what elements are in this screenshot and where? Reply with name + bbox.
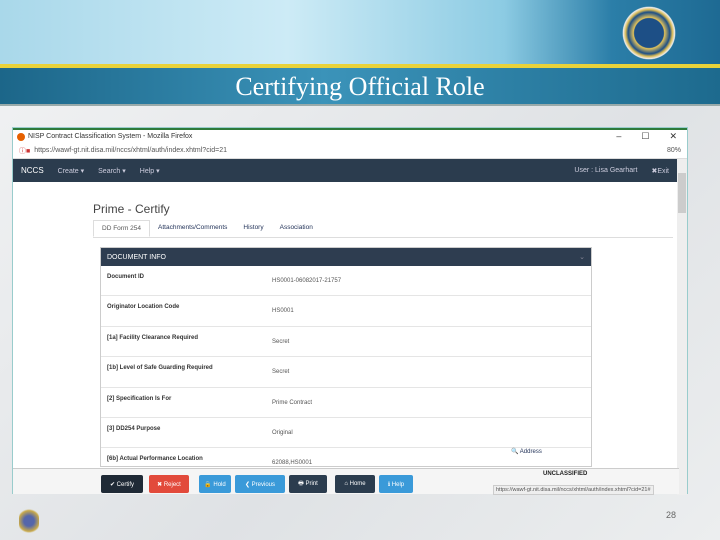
slide-title-bar: Certifying Official Role [0, 68, 720, 106]
scrollbar-thumb[interactable] [678, 173, 686, 213]
zoom-level[interactable]: 80% [667, 147, 687, 154]
field-value: Secret [272, 338, 290, 345]
tab-association[interactable]: Association [272, 220, 321, 237]
field-value: Secret [272, 369, 290, 376]
slide-banner [0, 0, 720, 65]
panel-header[interactable]: DOCUMENT INFO ⌄ [101, 248, 591, 266]
slide-title: Certifying Official Role [235, 72, 485, 101]
panel-title: DOCUMENT INFO [107, 253, 166, 261]
nav-search[interactable]: Search ▾ [98, 167, 126, 175]
tab-bar: DD Form 254 Attachments/Comments History… [93, 220, 673, 238]
tab-dd-form-254[interactable]: DD Form 254 [93, 220, 151, 237]
field-value: 62088,HS0001 [272, 460, 313, 467]
user-menu[interactable]: User : Lisa Gearhart [574, 167, 637, 175]
table-row: Document ID HS0001-06082017-21757 [101, 266, 591, 297]
table-row: [1b] Level of Safe Guarding Required Secr… [101, 357, 591, 388]
app-navbar: NCCS Create ▾ Search ▾ Help ▾ User : Lis… [13, 159, 687, 182]
scrollbar[interactable] [677, 159, 687, 495]
tab-history[interactable]: History [235, 220, 271, 237]
previous-button[interactable]: ❮ Previous [235, 475, 285, 493]
page-title: Prime - Certify [93, 202, 170, 216]
lock-icon: ⓘ■ [19, 147, 31, 155]
window-titlebar: NISP Contract Classification System - Mo… [13, 128, 687, 143]
certify-button[interactable]: ✔ Certify [101, 475, 143, 493]
field-label: [3] DD254 Purpose [107, 425, 161, 432]
field-label: [1b] Level of Safe Guarding Required [107, 365, 213, 372]
brand[interactable]: NCCS [21, 166, 44, 175]
close-button[interactable]: ✕ [669, 131, 677, 142]
field-label: [2] Specification Is For [107, 395, 172, 402]
page-number: 28 [666, 510, 677, 520]
agency-seal [620, 3, 678, 63]
field-value: HS0001-06082017-21757 [272, 278, 342, 284]
field-label: [1a] Facility Clearance Required [107, 334, 199, 341]
print-button[interactable]: 🖶 Print [289, 475, 327, 493]
field-label: Document ID [107, 274, 145, 280]
field-label: [6b] Actual Performance Location [107, 456, 203, 463]
nav-create[interactable]: Create ▾ [58, 167, 84, 175]
document-info-panel: DOCUMENT INFO ⌄ Document ID HS0001-0608201… [100, 247, 592, 467]
help-button[interactable]: ℹ Help [379, 475, 413, 493]
tab-attachments[interactable]: Attachments/Comments [150, 220, 235, 237]
classification-banner: UNCLASSIFIED [543, 471, 588, 477]
firefox-icon [17, 132, 25, 141]
hold-button[interactable]: 🔒 Hold [199, 475, 231, 493]
footer-logo [19, 507, 39, 535]
table-row: [3] DD254 Purpose Original [101, 418, 591, 449]
address-link[interactable]: 🔍 Address [511, 448, 542, 455]
table-row: Originator Location Code HS0001 [101, 296, 591, 327]
field-value: HS0001 [272, 308, 294, 315]
table-row: [2] Specification Is For Prime Contract [101, 388, 591, 418]
reject-button[interactable]: ✖ Reject [149, 475, 189, 493]
window-title: NISP Contract Classification System - Mo… [28, 133, 193, 140]
action-bar: ✔ Certify ✖ Reject 🔒 Hold ❮ Previous 🖶 Print… [13, 468, 679, 495]
field-value: Prime Contract [272, 399, 313, 406]
exit-link[interactable]: ✖Exit [651, 167, 669, 175]
maximize-button[interactable]: ☐ [641, 131, 649, 142]
browser-window: NISP Contract Classification System - Mo… [12, 127, 688, 495]
table-row: [6b] Actual Performance Location 62088,HS… [101, 448, 591, 467]
nav-help[interactable]: Help ▾ [140, 167, 160, 175]
chevron-down-icon[interactable]: ⌄ [579, 253, 585, 261]
table-row: [1a] Facility Clearance Required Secret [101, 327, 591, 358]
field-label: Originator Location Code [107, 304, 180, 311]
minimize-button[interactable]: – [616, 131, 621, 142]
home-button[interactable]: ⌂ Home [335, 475, 375, 493]
field-value: Original [272, 429, 293, 436]
status-url: https://wawf-gt.nit.disa.mil/nccs/xhtml/… [493, 485, 654, 495]
url-text[interactable]: https://wawf-gt.nit.disa.mil/nccs/xhtml/… [34, 147, 227, 154]
address-bar[interactable]: ⓘ■ https://wawf-gt.nit.disa.mil/nccs/xht… [13, 143, 687, 159]
